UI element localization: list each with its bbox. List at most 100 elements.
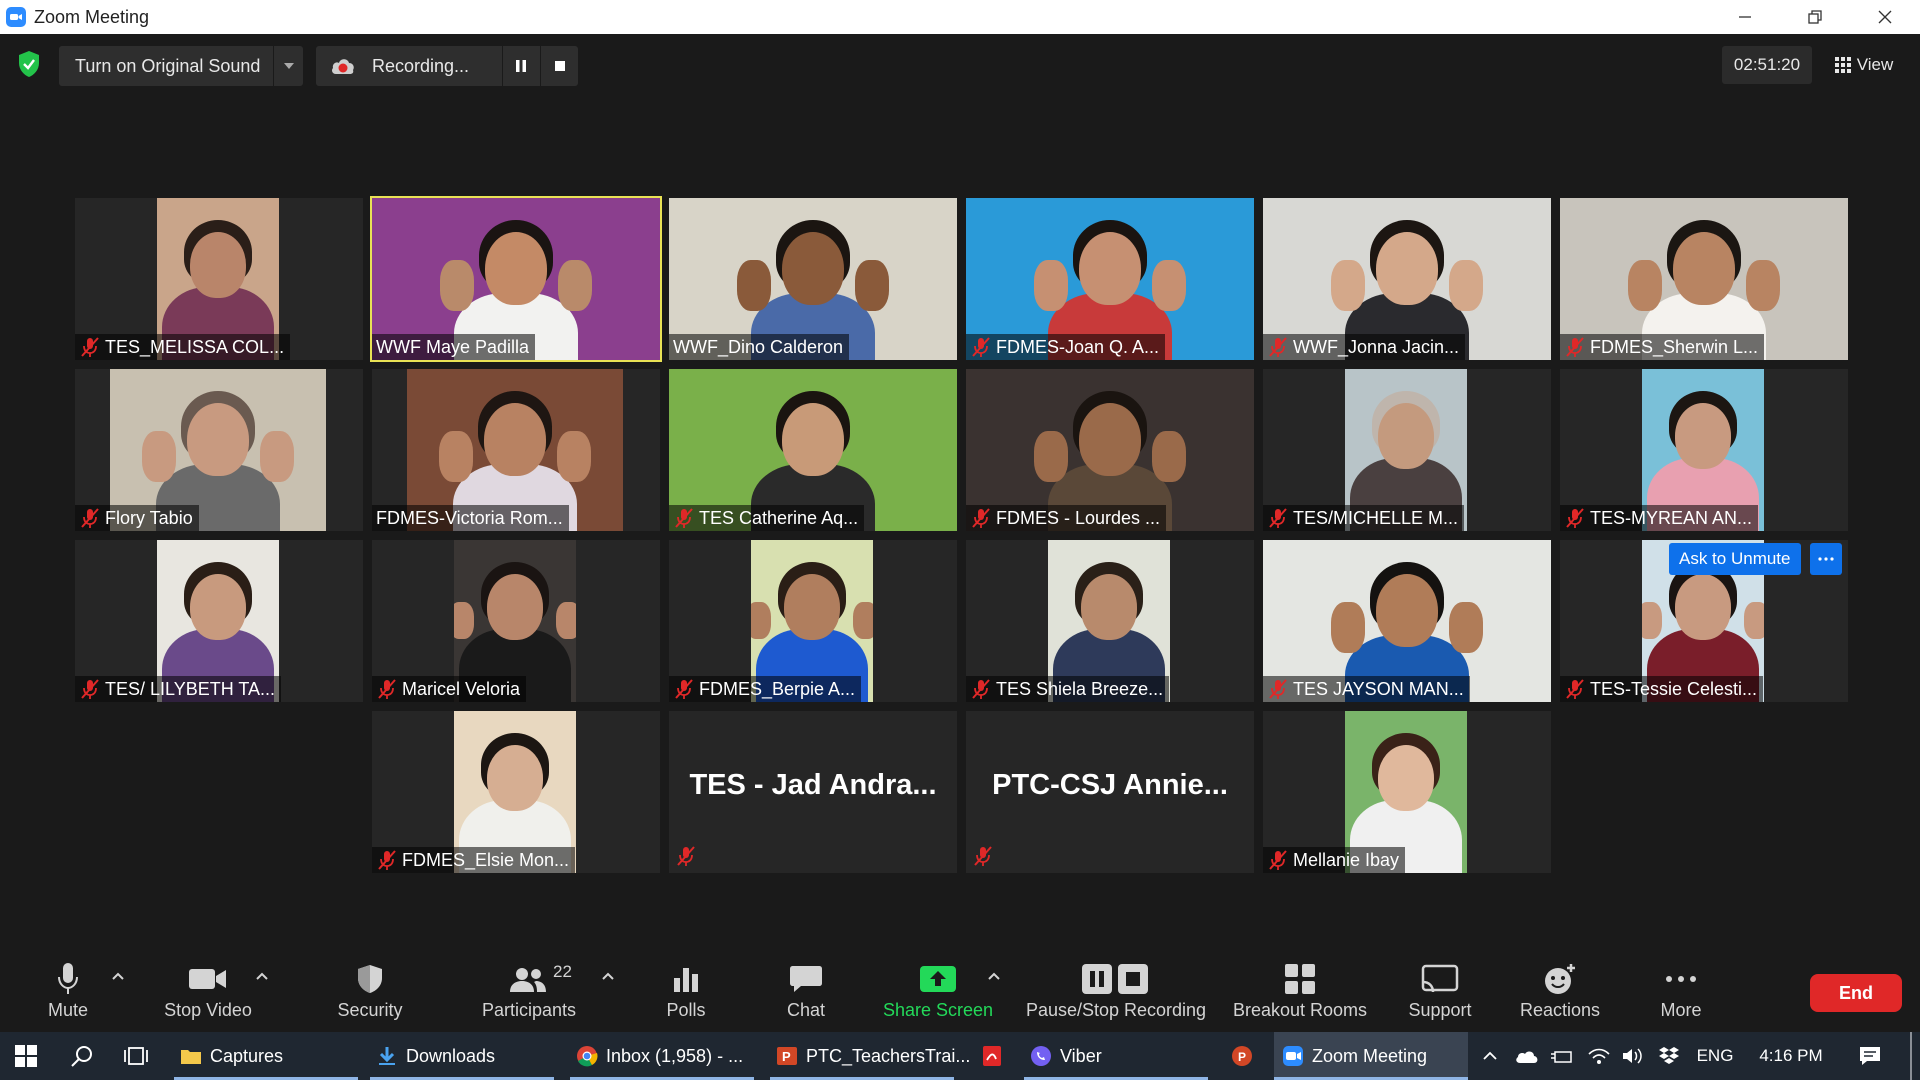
participant-name: FDMES - Lourdes ...: [996, 507, 1161, 528]
participant-name: FDMES_Elsie Mon...: [402, 849, 570, 870]
close-button[interactable]: [1850, 0, 1920, 34]
participant-tile[interactable]: TES Catherine Aq...: [669, 369, 957, 531]
participant-tile[interactable]: TES - Jad Andra...: [669, 711, 957, 873]
viber-icon: [1031, 1046, 1051, 1066]
participant-name-bar: Maricel Veloria: [372, 676, 527, 702]
recording-indicator: Recording...: [316, 46, 578, 86]
breakout-rooms-icon: [1285, 964, 1315, 994]
taskbar-item-powerpoint[interactable]: P PTC_TeachersTrai...: [770, 1032, 970, 1080]
participant-tile[interactable]: FDMES - Lourdes ...: [966, 369, 1254, 531]
participant-tile[interactable]: PTC-CSJ Annie...: [966, 711, 1254, 873]
taskbar-label-captures: Captures: [210, 1045, 284, 1066]
muted-microphone-icon: [79, 678, 101, 700]
pause-stop-recording-button[interactable]: Pause/Stop Recording: [1024, 958, 1208, 1028]
start-button[interactable]: [0, 1032, 52, 1080]
share-screen-button[interactable]: Share Screen: [883, 958, 993, 1028]
participant-name: WWF_Jonna Jacin...: [1293, 336, 1460, 357]
window-titlebar: Zoom Meeting: [0, 0, 1920, 34]
breakout-rooms-button[interactable]: Breakout Rooms: [1230, 958, 1370, 1028]
participant-name-bar: FDMES_Elsie Mon...: [372, 847, 576, 873]
ask-to-unmute-button[interactable]: Ask to Unmute: [1669, 543, 1801, 575]
participant-name-bar: FDMES-Victoria Rom...: [372, 505, 569, 531]
stop-video-button[interactable]: Stop Video: [158, 958, 258, 1028]
participant-tile[interactable]: Mellanie Ibay: [1263, 711, 1551, 873]
breakout-rooms-label: Breakout Rooms: [1232, 1000, 1368, 1020]
chevron-down-icon[interactable]: [273, 46, 303, 86]
grid-view-icon: [1834, 57, 1851, 73]
taskbar-item-zoom[interactable]: Zoom Meeting: [1274, 1032, 1468, 1080]
minimize-button[interactable]: [1710, 0, 1780, 34]
reactions-button[interactable]: Reactions: [1515, 958, 1605, 1028]
tray-expand-chevron-icon[interactable]: [1478, 1032, 1502, 1080]
action-center-icon[interactable]: [1848, 1032, 1892, 1080]
participant-name: WWF Maye Padilla: [376, 336, 530, 357]
volume-speaker-icon[interactable]: [1618, 1032, 1648, 1080]
participant-more-button[interactable]: [1810, 543, 1842, 575]
share-screen-label: Share Screen: [882, 1000, 994, 1020]
original-sound-button[interactable]: Turn on Original Sound: [59, 46, 303, 86]
participant-name-bar: TES-Tessie Celesti...: [1560, 676, 1764, 702]
search-button[interactable]: [58, 1032, 106, 1080]
muted-microphone-icon: [79, 336, 101, 358]
search-icon: [71, 1046, 92, 1067]
participant-tile[interactable]: TES/MICHELLE M...: [1263, 369, 1551, 531]
participant-tile[interactable]: TES/ LILYBETH TA...: [75, 540, 363, 702]
security-button[interactable]: Security: [330, 958, 410, 1028]
taskbar-item-captures[interactable]: Captures: [174, 1032, 358, 1080]
participant-tile[interactable]: WWF Maye Padilla: [370, 196, 662, 362]
taskbar-item-downloads[interactable]: Downloads: [370, 1032, 554, 1080]
participant-tile[interactable]: TES_MELISSA COL...: [75, 198, 363, 360]
dropbox-icon[interactable]: [1654, 1032, 1684, 1080]
support-button[interactable]: Support: [1400, 958, 1480, 1028]
language-indicator[interactable]: ENG: [1690, 1032, 1740, 1080]
participant-tile[interactable]: FDMES_Elsie Mon...: [372, 711, 660, 873]
share-options-caret-icon[interactable]: [986, 970, 1002, 982]
zoom-app-icon: [6, 7, 26, 27]
participant-tile[interactable]: WWF_Dino Calderon: [669, 198, 957, 360]
muted-microphone-icon: [970, 507, 992, 529]
windows-taskbar: Captures Downloads Inbox (1,958) - ... P…: [0, 1032, 1920, 1080]
show-desktop-divider[interactable]: [1910, 1032, 1912, 1080]
participant-tile[interactable]: WWF_Jonna Jacin...: [1263, 198, 1551, 360]
more-button[interactable]: More: [1650, 958, 1712, 1028]
stop-recording-button[interactable]: [540, 46, 578, 86]
windows-logo-icon: [15, 1045, 37, 1067]
taskbar-item-viber[interactable]: Viber: [1024, 1032, 1208, 1080]
taskbar-pdf-app[interactable]: [968, 1032, 1016, 1080]
chat-bubble-icon: [790, 966, 822, 992]
mute-options-caret-icon[interactable]: [110, 970, 126, 982]
taskbar-item-chrome[interactable]: Inbox (1,958) - ...: [570, 1032, 754, 1080]
participant-tile[interactable]: FDMES-Joan Q. A...: [966, 198, 1254, 360]
task-view-button[interactable]: [112, 1032, 160, 1080]
onedrive-cloud-icon[interactable]: [1512, 1032, 1542, 1080]
participant-tile[interactable]: Maricel Veloria: [372, 540, 660, 702]
participant-tile[interactable]: FDMES_Berpie A...: [669, 540, 957, 702]
participant-name-bar: TES Shiela Breeze...: [966, 676, 1170, 702]
folder-icon: [181, 1050, 201, 1064]
microphone-icon: [58, 963, 78, 994]
participants-options-caret-icon[interactable]: [600, 970, 616, 982]
encryption-shield-icon[interactable]: [17, 50, 41, 78]
pause-recording-button[interactable]: [502, 46, 538, 86]
muted-microphone-icon: [1267, 507, 1289, 529]
participant-tile[interactable]: TES-MYREAN AN...: [1560, 369, 1848, 531]
polls-button[interactable]: Polls: [655, 958, 717, 1028]
participant-tile[interactable]: TES Shiela Breeze...: [966, 540, 1254, 702]
mute-button[interactable]: Mute: [36, 958, 100, 1028]
participant-tile[interactable]: FDMES_Sherwin L...: [1560, 198, 1848, 360]
end-meeting-button[interactable]: End: [1810, 974, 1902, 1012]
muted-microphone-icon: [675, 845, 697, 867]
taskbar-pinned-powerpoint[interactable]: P: [1218, 1032, 1266, 1080]
restore-button[interactable]: [1780, 0, 1850, 34]
participant-tile[interactable]: TES JAYSON MAN...: [1263, 540, 1551, 702]
participants-button[interactable]: 22 Participants: [476, 958, 582, 1028]
battery-power-icon[interactable]: [1548, 1032, 1578, 1080]
wifi-icon[interactable]: [1584, 1032, 1614, 1080]
window-title: Zoom Meeting: [34, 6, 150, 27]
chat-button[interactable]: Chat: [775, 958, 837, 1028]
taskbar-clock[interactable]: 4:16 PM: [1746, 1032, 1836, 1080]
video-options-caret-icon[interactable]: [254, 970, 270, 982]
participant-tile[interactable]: FDMES-Victoria Rom...: [372, 369, 660, 531]
participant-tile[interactable]: Flory Tabio: [75, 369, 363, 531]
view-button[interactable]: View: [1822, 46, 1906, 84]
